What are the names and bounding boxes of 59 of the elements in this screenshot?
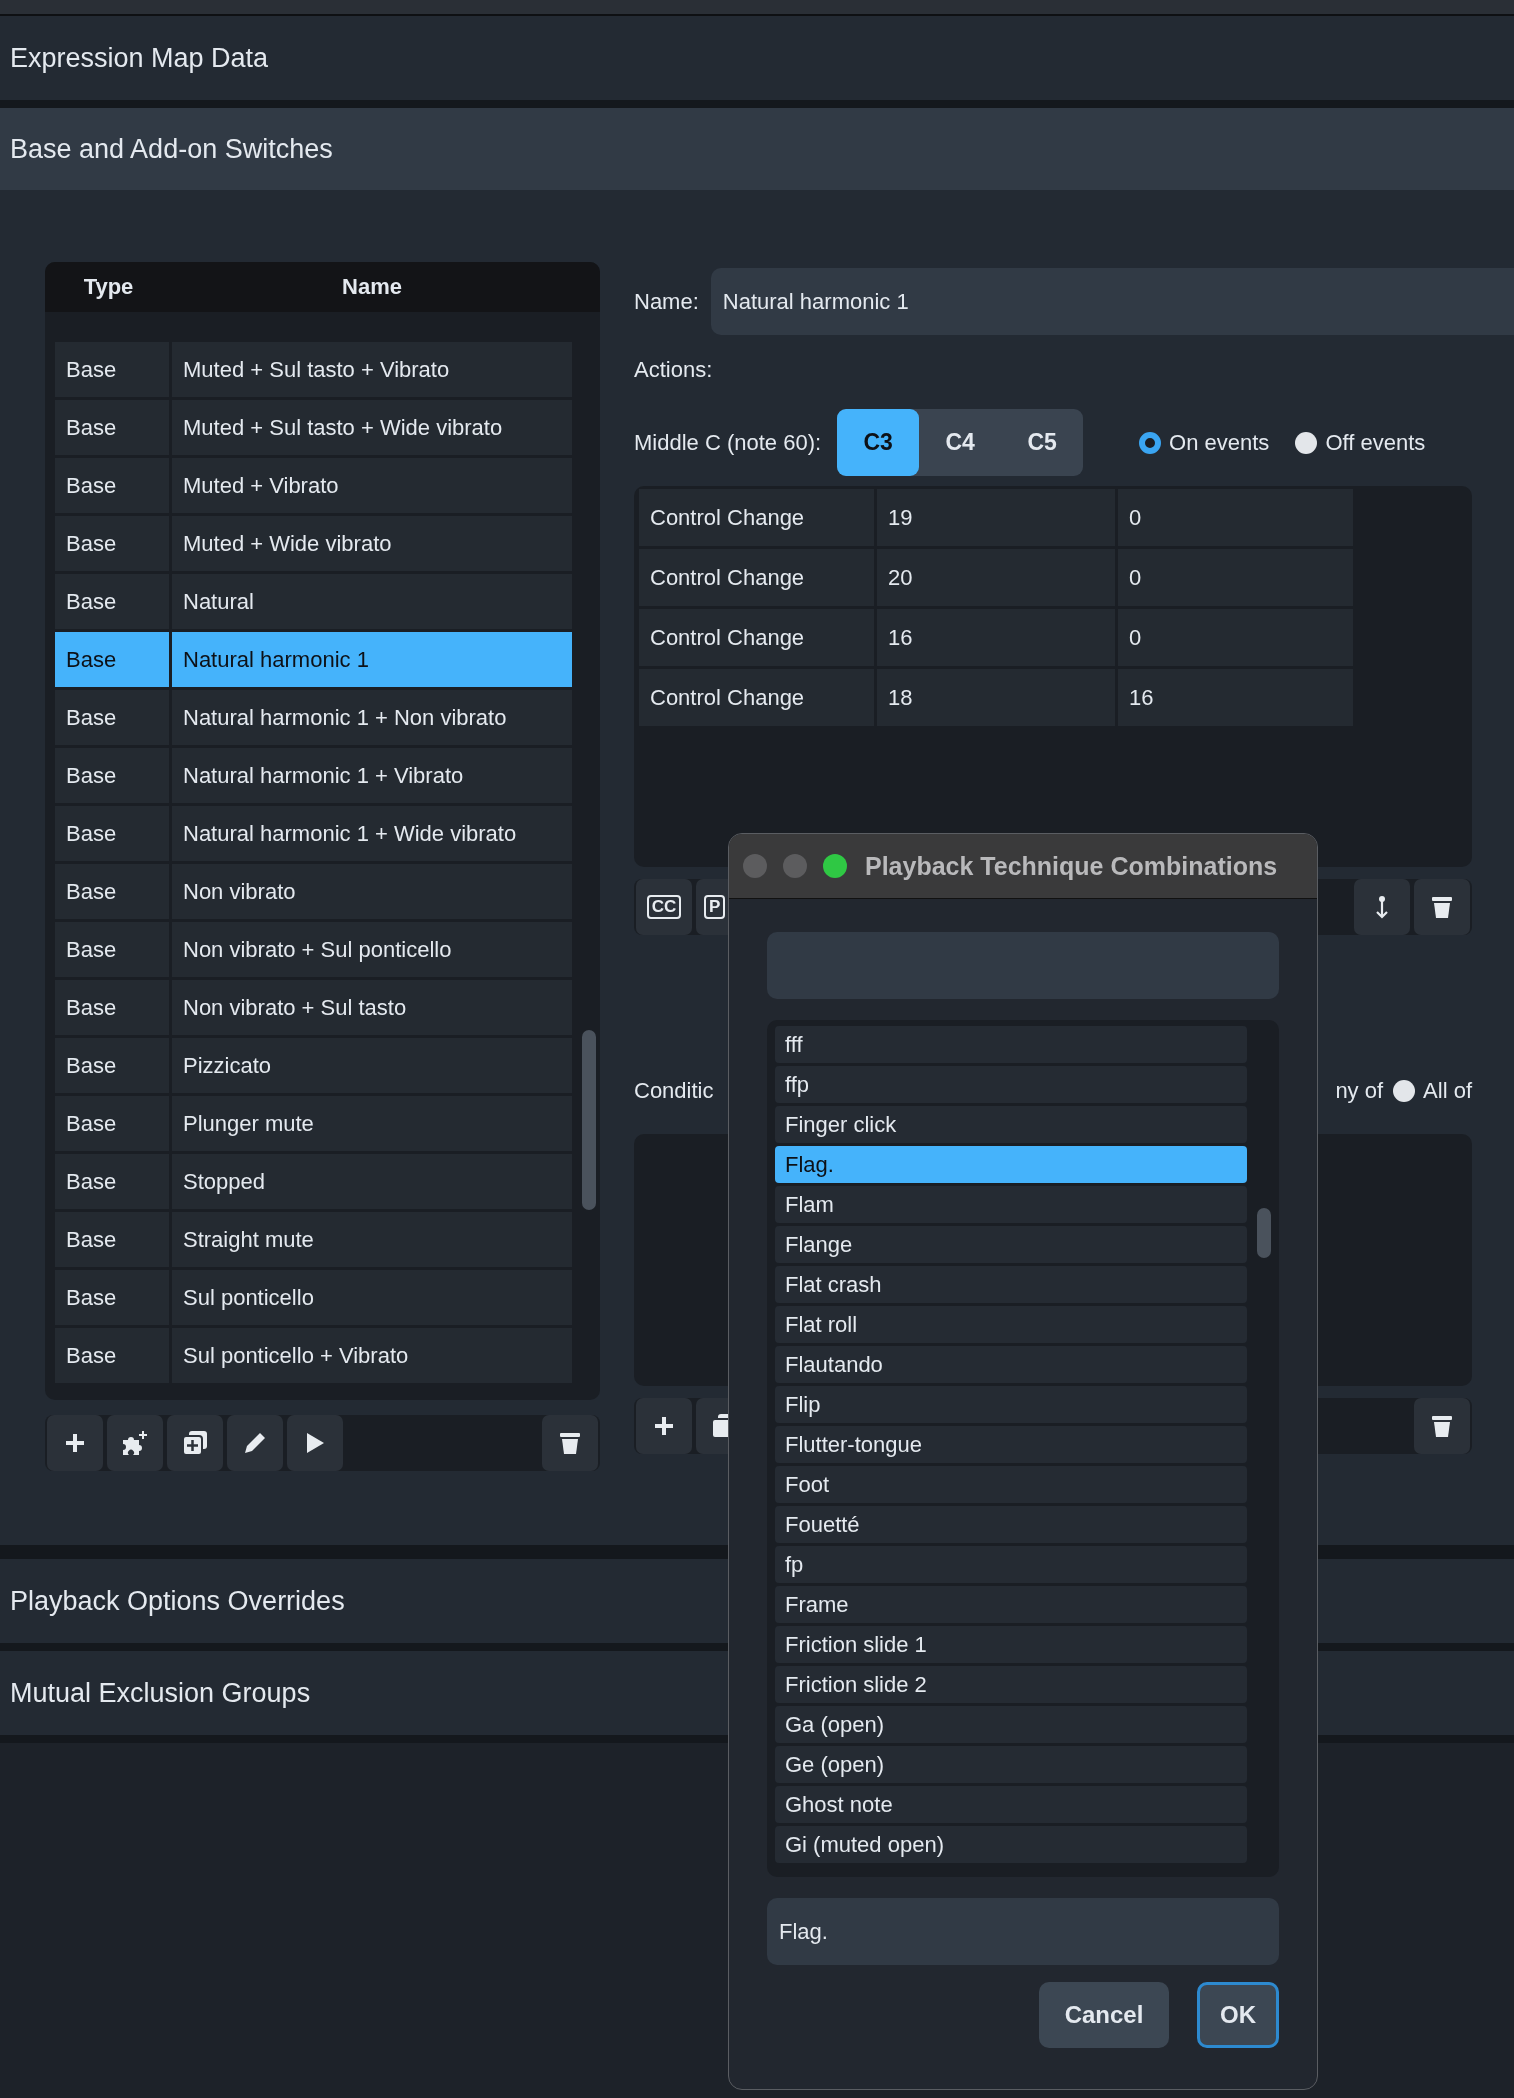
table-cell: Control Change — [639, 489, 874, 546]
table-cell: Base — [55, 806, 169, 861]
table-cell: Non vibrato — [172, 864, 572, 919]
table-cell: Plunger mute — [172, 1096, 572, 1151]
radio-label: Off events — [1325, 429, 1426, 456]
dialog-title: Playback Technique Combinations — [865, 851, 1278, 881]
actions-label: Actions: — [634, 357, 714, 384]
name-label: Name: — [634, 288, 699, 315]
table-cell: Natural harmonic 1 + Non vibrato — [172, 690, 572, 745]
table-cell: Base — [55, 1096, 169, 1151]
table-cell: Muted + Vibrato — [172, 458, 572, 513]
table-cell: Muted + Sul tasto + Vibrato — [172, 342, 572, 397]
table-cell: Base — [55, 1212, 169, 1267]
conditions-label: Conditic — [634, 1078, 714, 1104]
table-cell: Non vibrato + Sul ponticello — [172, 922, 572, 977]
table-cell: 0 — [1118, 489, 1353, 546]
table-cell: Base — [55, 458, 169, 513]
table-cell: Non vibrato + Sul tasto — [172, 980, 572, 1035]
table-cell: 20 — [877, 549, 1115, 606]
table-cell: Control Change — [639, 669, 874, 726]
radio-label: ny of — [1335, 1078, 1384, 1104]
radio-label: All of — [1423, 1078, 1472, 1104]
table-cell: Base — [55, 516, 169, 571]
table-cell: Sul ponticello + Vibrato — [172, 1328, 572, 1383]
table-cell: Base — [55, 690, 169, 745]
table-cell: Muted + Wide vibrato — [172, 516, 572, 571]
column-header: Type — [82, 274, 135, 300]
table-cell: Base — [55, 748, 169, 803]
table-cell: Control Change — [639, 609, 874, 666]
table-cell: 16 — [1118, 669, 1353, 726]
table-cell: Natural — [172, 574, 572, 629]
middle-c-label: Middle C (note 60): — [634, 429, 822, 456]
table-cell: Stopped — [172, 1154, 572, 1209]
table-cell: 0 — [1118, 609, 1353, 666]
table-cell: Natural harmonic 1 + Vibrato — [172, 748, 572, 803]
table-cell: Base — [55, 1328, 169, 1383]
table-cell: Straight mute — [172, 1212, 572, 1267]
table-cell: Pizzicato — [172, 1038, 572, 1093]
table-cell: 16 — [877, 609, 1115, 666]
table-cell: Base — [55, 1270, 169, 1325]
table-cell: Base — [55, 1154, 169, 1209]
table-cell: Base — [55, 1038, 169, 1093]
radio-label: On events — [1169, 429, 1270, 456]
table-cell: 18 — [877, 669, 1115, 726]
table-cell: Base — [55, 342, 169, 397]
table-cell: Muted + Sul tasto + Wide vibrato — [172, 400, 572, 455]
table-cell: Base — [55, 980, 169, 1035]
table-cell: Base — [55, 864, 169, 919]
table-cell: Base — [55, 922, 169, 977]
table-cell: Base — [55, 400, 169, 455]
table-cell: Sul ponticello — [172, 1270, 572, 1325]
column-header: Name — [341, 274, 403, 300]
table-cell: Base — [55, 632, 169, 687]
table-cell: 0 — [1118, 549, 1353, 606]
table-cell: Control Change — [639, 549, 874, 606]
table-cell: Natural harmonic 1 — [172, 632, 572, 687]
table-cell: 19 — [877, 489, 1115, 546]
table-cell: Base — [55, 574, 169, 629]
table-cell: Natural harmonic 1 + Wide vibrato — [172, 806, 572, 861]
